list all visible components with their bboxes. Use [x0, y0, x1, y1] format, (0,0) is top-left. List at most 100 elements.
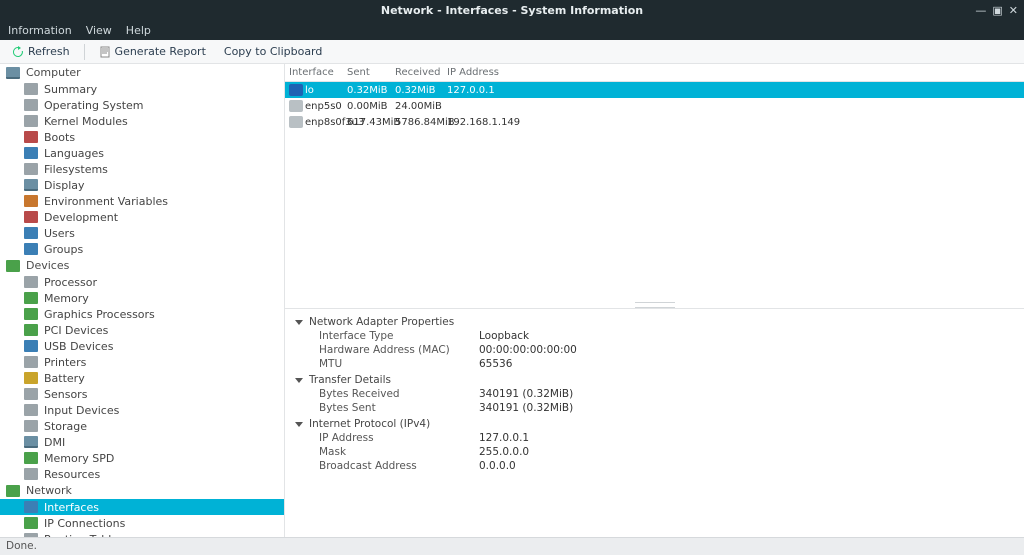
- sidebar-item-languages[interactable]: Languages: [0, 145, 284, 161]
- prop-value: Loopback: [479, 330, 529, 342]
- disclosure-icon: [295, 378, 303, 383]
- sidebar-item-routing-table[interactable]: Routing Table: [0, 531, 284, 537]
- sidebar-item-label: IP Connections: [44, 517, 125, 530]
- prop-row: IP Address127.0.0.1: [295, 431, 1014, 445]
- menu-information[interactable]: Information: [8, 24, 72, 37]
- tree-group-devices[interactable]: Devices: [0, 257, 284, 274]
- cell-received: 24.00MiB: [395, 101, 447, 112]
- sensors-icon: [24, 388, 38, 400]
- report-icon: [99, 46, 111, 58]
- close-icon[interactable]: ✕: [1009, 4, 1018, 17]
- copy-clipboard-button[interactable]: Copy to Clipboard: [220, 43, 326, 60]
- prop-row: Interface TypeLoopback: [295, 329, 1014, 343]
- sidebar-item-label: Summary: [44, 83, 97, 96]
- refresh-icon: [12, 46, 24, 58]
- group-transfer-details: Transfer Details Bytes Received340191 (0…: [295, 373, 1014, 415]
- sidebar-item-battery[interactable]: Battery: [0, 370, 284, 386]
- table-row[interactable]: enp5s0 0.00MiB 24.00MiB: [285, 98, 1024, 114]
- prop-row: Hardware Address (MAC)00:00:00:00:00:00: [295, 343, 1014, 357]
- sidebar-item-printers[interactable]: Printers: [0, 354, 284, 370]
- prop-value: 255.0.0.0: [479, 446, 529, 458]
- table-header[interactable]: Interface Sent Received IP Address: [285, 64, 1024, 82]
- filesystems-icon: [24, 163, 38, 175]
- table-row[interactable]: enp8s0f3u3 617.43MiB 5786.84MiB 192.168.…: [285, 114, 1024, 130]
- sidebar-item-memory-spd[interactable]: Memory SPD: [0, 450, 284, 466]
- col-interface[interactable]: Interface: [289, 67, 347, 78]
- splitter-handle[interactable]: [635, 302, 675, 308]
- os-icon: [24, 99, 38, 111]
- sidebar-item-sensors[interactable]: Sensors: [0, 386, 284, 402]
- cell-received: 0.32MiB: [395, 85, 447, 96]
- tree-group-computer[interactable]: Computer: [0, 64, 284, 81]
- content-area: Computer Summary Operating System Kernel…: [0, 64, 1024, 537]
- sidebar-item-graphics-processors[interactable]: Graphics Processors: [0, 306, 284, 322]
- maximize-icon[interactable]: ▣: [992, 4, 1002, 17]
- cell-sent: 0.00MiB: [347, 101, 395, 112]
- interface-table[interactable]: Interface Sent Received IP Address lo 0.…: [285, 64, 1024, 309]
- group-header[interactable]: Network Adapter Properties: [295, 315, 1014, 329]
- table-row[interactable]: lo 0.32MiB 0.32MiB 127.0.0.1: [285, 82, 1024, 98]
- sidebar-item-usb-devices[interactable]: USB Devices: [0, 338, 284, 354]
- copy-clipboard-label: Copy to Clipboard: [224, 45, 322, 58]
- sidebar-item-label: Filesystems: [44, 163, 108, 176]
- sidebar-item-label: Development: [44, 211, 118, 224]
- generate-report-button[interactable]: Generate Report: [95, 43, 210, 60]
- sidebar-item-filesystems[interactable]: Filesystems: [0, 161, 284, 177]
- minimize-icon[interactable]: —: [975, 4, 986, 17]
- sidebar-item-label: Routing Table: [44, 533, 118, 538]
- sidebar-item-interfaces[interactable]: Interfaces: [0, 499, 284, 515]
- sidebar-item-label: Environment Variables: [44, 195, 168, 208]
- details-pane[interactable]: Network Adapter Properties Interface Typ…: [285, 309, 1024, 537]
- sidebar-item-pci-devices[interactable]: PCI Devices: [0, 322, 284, 338]
- group-header[interactable]: Internet Protocol (IPv4): [295, 417, 1014, 431]
- group-header[interactable]: Transfer Details: [295, 373, 1014, 387]
- sidebar-item-label: Printers: [44, 356, 86, 369]
- computer-icon: [6, 67, 20, 79]
- col-received[interactable]: Received: [395, 67, 447, 78]
- usb-icon: [24, 340, 38, 352]
- refresh-label: Refresh: [28, 45, 70, 58]
- prop-value: 127.0.0.1: [479, 432, 529, 444]
- sidebar-item-label: USB Devices: [44, 340, 113, 353]
- printers-icon: [24, 356, 38, 368]
- menu-help[interactable]: Help: [126, 24, 151, 37]
- cell-interface: enp5s0: [305, 101, 347, 112]
- sidebar-item-boots[interactable]: Boots: [0, 129, 284, 145]
- sidebar-item-users[interactable]: Users: [0, 225, 284, 241]
- sidebar-item-ip-connections[interactable]: IP Connections: [0, 515, 284, 531]
- tree-label: Devices: [26, 259, 69, 272]
- sidebar-item-operating-system[interactable]: Operating System: [0, 97, 284, 113]
- group-internet-protocol-ipv4: Internet Protocol (IPv4) IP Address127.0…: [295, 417, 1014, 473]
- resources-icon: [24, 468, 38, 480]
- prop-row: Broadcast Address0.0.0.0: [295, 459, 1014, 473]
- sidebar-item-kernel-modules[interactable]: Kernel Modules: [0, 113, 284, 129]
- prop-key: Mask: [319, 446, 479, 458]
- sidebar-item-display[interactable]: Display: [0, 177, 284, 193]
- sidebar-item-groups[interactable]: Groups: [0, 241, 284, 257]
- kernel-icon: [24, 115, 38, 127]
- sidebar-item-resources[interactable]: Resources: [0, 466, 284, 482]
- refresh-button[interactable]: Refresh: [8, 43, 74, 60]
- sidebar-item-storage[interactable]: Storage: [0, 418, 284, 434]
- toolbar-separator: [84, 44, 85, 60]
- sidebar-item-label: Users: [44, 227, 75, 240]
- ethernet-icon: [289, 100, 303, 112]
- menu-view[interactable]: View: [86, 24, 112, 37]
- sidebar-item-dmi[interactable]: DMI: [0, 434, 284, 450]
- sidebar-item-development[interactable]: Development: [0, 209, 284, 225]
- sidebar-item-label: Battery: [44, 372, 85, 385]
- sidebar-item-processor[interactable]: Processor: [0, 274, 284, 290]
- storage-icon: [24, 420, 38, 432]
- sidebar-item-environment-variables[interactable]: Environment Variables: [0, 193, 284, 209]
- prop-key: Interface Type: [319, 330, 479, 342]
- development-icon: [24, 211, 38, 223]
- col-sent[interactable]: Sent: [347, 67, 395, 78]
- summary-icon: [24, 83, 38, 95]
- sidebar-tree[interactable]: Computer Summary Operating System Kernel…: [0, 64, 285, 537]
- sidebar-item-memory[interactable]: Memory: [0, 290, 284, 306]
- sidebar-item-input-devices[interactable]: Input Devices: [0, 402, 284, 418]
- processor-icon: [24, 276, 38, 288]
- col-ip[interactable]: IP Address: [447, 67, 1024, 78]
- tree-group-network[interactable]: Network: [0, 482, 284, 499]
- sidebar-item-summary[interactable]: Summary: [0, 81, 284, 97]
